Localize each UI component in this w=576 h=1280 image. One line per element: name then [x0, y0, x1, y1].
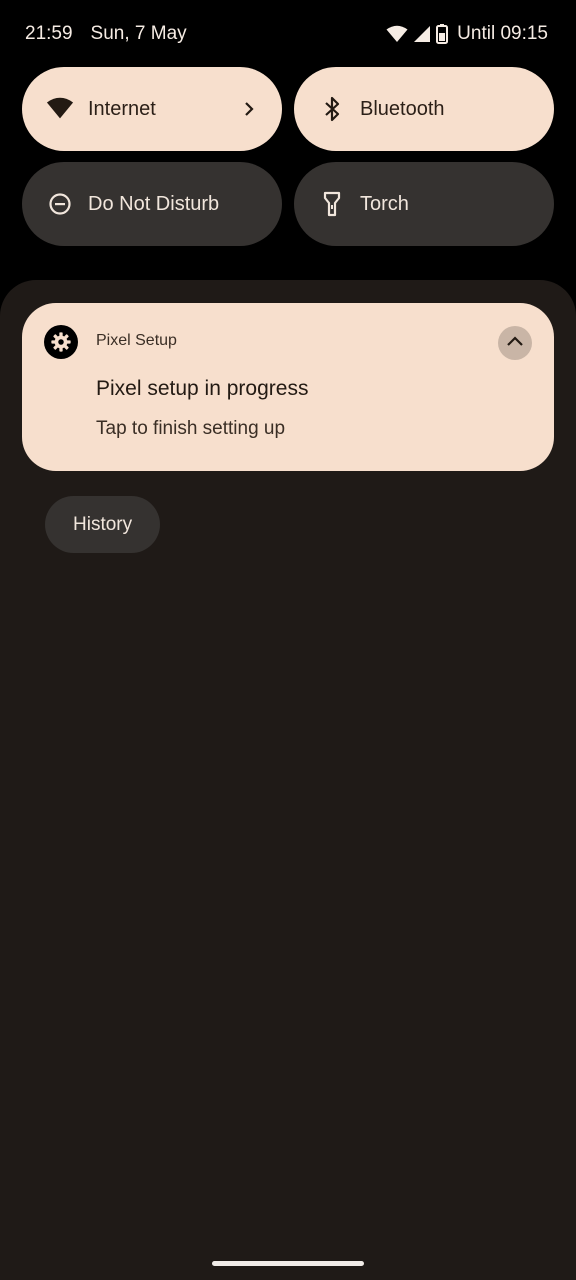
- clock: 21:59: [25, 23, 73, 44]
- date: Sun, 7 May: [90, 23, 187, 44]
- chevron-up-icon: [506, 334, 524, 352]
- tile-bluetooth[interactable]: Bluetooth: [294, 67, 554, 151]
- notification-text: Tap to finish setting up: [96, 418, 286, 439]
- bluetooth-icon: [318, 95, 346, 123]
- chevron-right-icon: [242, 102, 256, 116]
- quick-settings-tiles: Internet Bluetooth Do Not Disturb Torch: [22, 67, 554, 246]
- cellular-signal-icon: [413, 25, 431, 43]
- status-bar: 21:59 Sun, 7 May Until 09:15: [0, 0, 576, 68]
- history-button[interactable]: History: [45, 496, 161, 553]
- notification-title: Pixel setup in progress: [96, 377, 309, 400]
- tile-torch[interactable]: Torch: [294, 162, 554, 246]
- tile-label: Bluetooth: [360, 97, 445, 120]
- notification-panel: Pixel Setup Pixel setup in progress Tap …: [0, 280, 576, 1280]
- navigation-handle[interactable]: [212, 1261, 364, 1266]
- notification-shade-screen: 21:59 Sun, 7 May Until 09:15 Internet Bl…: [0, 0, 576, 1280]
- gear-icon: [44, 325, 78, 359]
- wifi-icon: [46, 95, 74, 123]
- expand-notification-button[interactable]: [498, 326, 532, 360]
- tile-label: Internet: [88, 97, 156, 120]
- torch-icon: [318, 190, 346, 218]
- notification-app-name: Pixel Setup: [96, 332, 177, 349]
- tile-label: Do Not Disturb: [88, 192, 220, 215]
- tile-do-not-disturb[interactable]: Do Not Disturb: [22, 162, 282, 246]
- status-icons: Until 09:15: [386, 23, 548, 45]
- tile-label: Torch: [360, 192, 409, 215]
- battery-icon: [436, 24, 449, 44]
- battery-estimate: Until 09:15: [457, 23, 548, 44]
- do-not-disturb-icon: [46, 190, 74, 218]
- wifi-icon: [386, 25, 408, 43]
- notification-card[interactable]: Pixel Setup Pixel setup in progress Tap …: [22, 303, 554, 471]
- tile-internet[interactable]: Internet: [22, 67, 282, 151]
